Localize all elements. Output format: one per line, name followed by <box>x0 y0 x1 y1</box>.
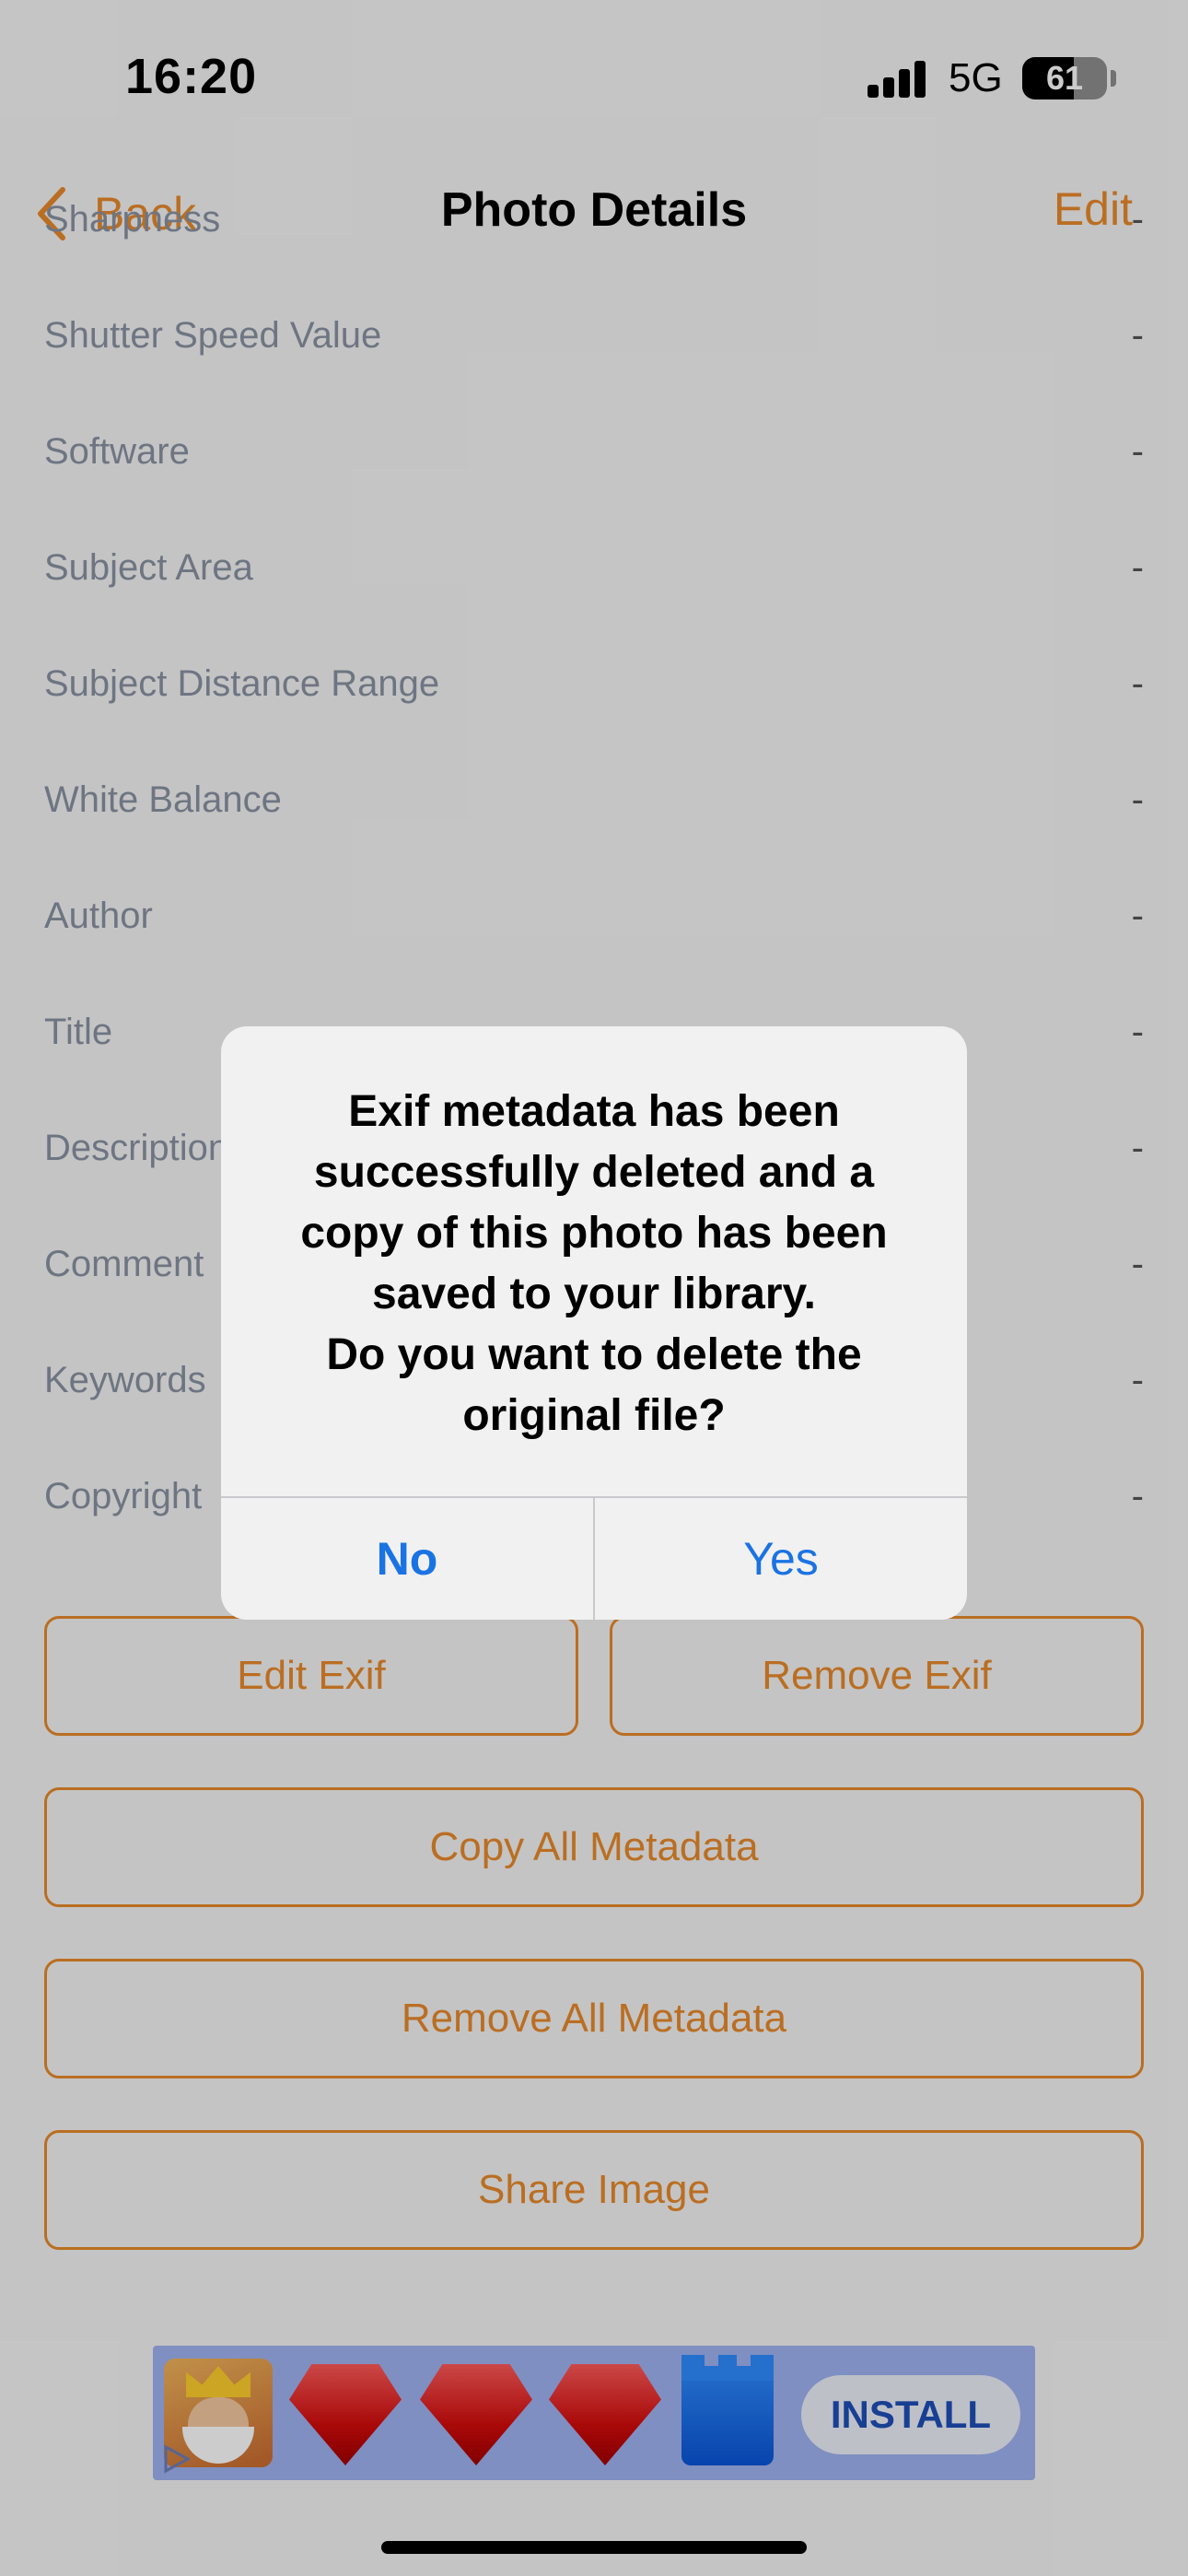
alert-message: Exif metadata has been successfully dele… <box>276 1082 912 1446</box>
alert-message-line: Do you want to delete the <box>326 1330 862 1379</box>
alert-message-line: Exif metadata has been <box>348 1087 840 1136</box>
alert-message-line: copy of this photo has been <box>300 1209 888 1258</box>
alert-message-line: successfully deleted and a <box>313 1148 875 1197</box>
alert-message-line: saved to your library. <box>372 1270 816 1318</box>
yes-button[interactable]: Yes <box>595 1498 967 1620</box>
delete-original-alert: Exif metadata has been successfully dele… <box>221 1026 967 1620</box>
alert-message-line: original file? <box>462 1391 726 1440</box>
no-button[interactable]: No <box>221 1498 593 1620</box>
